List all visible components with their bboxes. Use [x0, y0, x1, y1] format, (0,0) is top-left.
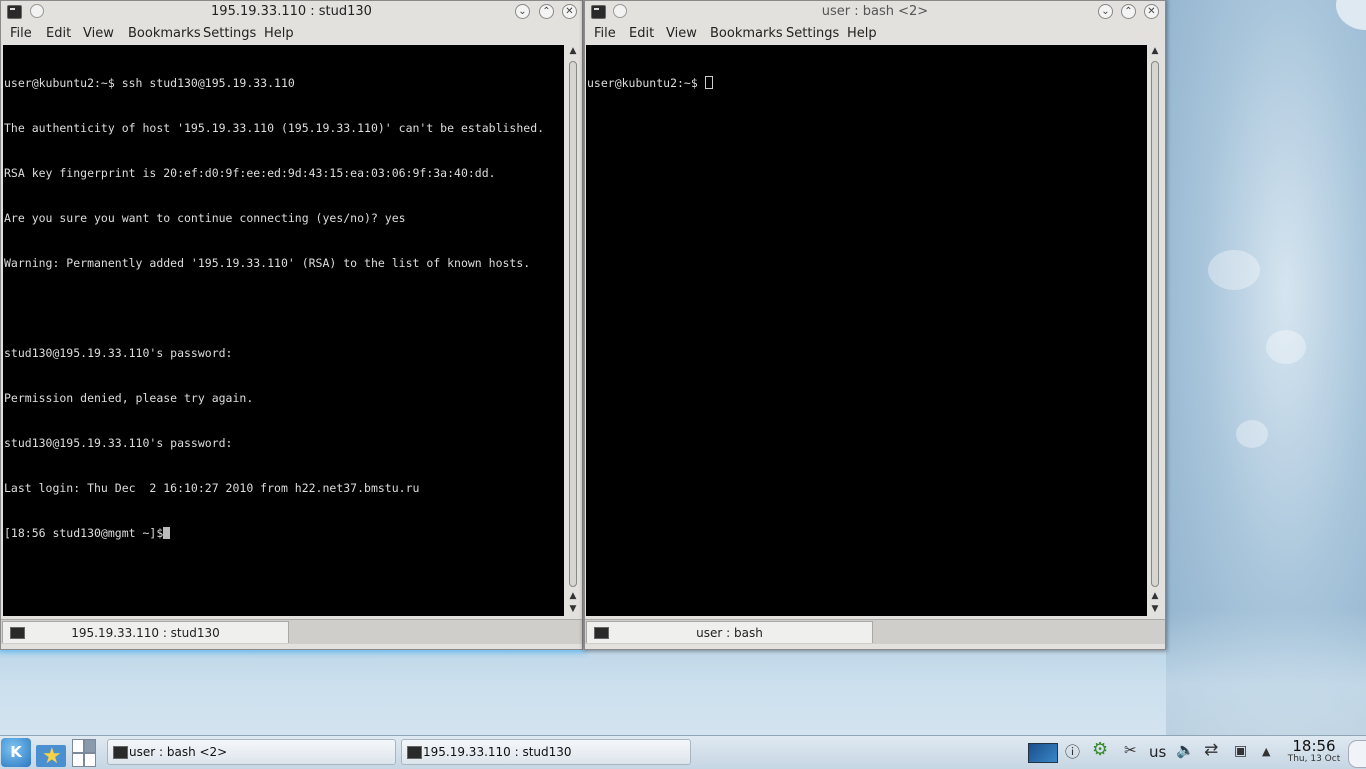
close-icon[interactable]: ✕ [562, 4, 577, 19]
tab-label: 195.19.33.110 : stud130 [71, 626, 220, 640]
menu-settings[interactable]: Settings [203, 26, 256, 41]
minimize-icon[interactable]: ⌄ [1098, 4, 1113, 19]
terminal-line: stud130@195.19.33.110's password: [4, 436, 233, 450]
usb-icon[interactable]: ▣ [1234, 743, 1247, 759]
show-desktop-icon[interactable] [1028, 743, 1058, 763]
pager-desktop[interactable] [84, 753, 96, 767]
konsole-window-ssh[interactable]: 195.19.33.110 : stud130 ⌄ ⌃ ✕ File Edit … [0, 0, 583, 650]
close-icon[interactable]: ✕ [1144, 4, 1159, 19]
menu-help[interactable]: Help [264, 26, 294, 41]
terminal-prompt-line: [18:56 stud130@mgmt ~]$ [4, 526, 563, 541]
menu-edit[interactable]: Edit [629, 26, 654, 41]
clipboard-icon[interactable]: ✂ [1124, 741, 1137, 759]
konsole-window-bash[interactable]: user : bash <2> ⌄ ⌃ ✕ File Edit View Boo… [584, 0, 1166, 650]
scrollbar-thumb[interactable] [569, 61, 577, 587]
desktop-pager[interactable] [72, 739, 96, 767]
titlebar[interactable]: user : bash <2> ⌄ ⌃ ✕ [585, 1, 1165, 23]
scroll-up-icon[interactable]: ▲ [566, 590, 580, 602]
clock-time: 18:56 [1292, 737, 1336, 755]
kde-menu-button[interactable]: K [1, 738, 31, 767]
wallpaper-bubble [1266, 330, 1306, 364]
tab-session[interactable]: user : bash [586, 621, 873, 643]
pager-desktop[interactable] [72, 753, 84, 767]
scroll-up-icon[interactable]: ▲ [1148, 590, 1162, 602]
favorites-launcher[interactable]: ★ [36, 740, 68, 769]
text-cursor [704, 76, 713, 89]
terminal-line: Warning: Permanently added '195.19.33.11… [4, 256, 531, 270]
favorites-star-icon: ★ [42, 744, 62, 769]
scroll-down-icon[interactable]: ▼ [566, 603, 580, 615]
scrollbar-thumb[interactable] [1151, 61, 1159, 587]
network-icon[interactable]: ⇄ [1204, 740, 1218, 760]
terminal-line: stud130@195.19.33.110's password: [4, 346, 233, 360]
tab-bar: 195.19.33.110 : stud130 [1, 619, 582, 644]
notifications-icon[interactable]: ⓘ [1065, 741, 1080, 762]
window-title: 195.19.33.110 : stud130 [211, 4, 372, 19]
maximize-icon[interactable]: ⌃ [1121, 4, 1136, 19]
menu-file[interactable]: File [10, 26, 32, 41]
terminal-line: Are you sure you want to continue connec… [4, 211, 406, 225]
wallpaper-bubble [1336, 0, 1366, 30]
terminal-icon [407, 746, 422, 759]
terminal-output[interactable]: user@kubuntu2:~$ ssh stud130@195.19.33.1… [3, 45, 564, 616]
scrollbar[interactable]: ▲ ▲ ▼ [566, 45, 580, 616]
terminal-line: RSA key fingerprint is 20:ef:d0:9f:ee:ed… [4, 166, 496, 180]
keyboard-layout[interactable]: us [1149, 743, 1166, 761]
wallpaper-bubble [1236, 420, 1268, 448]
menu-help[interactable]: Help [847, 26, 877, 41]
terminal-prompt-line: user@kubuntu2:~$ [587, 76, 1146, 91]
menu-view[interactable]: View [83, 26, 114, 41]
clock-date: Thu, 13 Oct [1287, 754, 1341, 764]
terminal-output[interactable]: user@kubuntu2:~$ [586, 45, 1147, 616]
minimize-icon[interactable]: ⌄ [515, 4, 530, 19]
scroll-up-icon[interactable]: ▲ [1148, 45, 1162, 57]
menu-view[interactable]: View [666, 26, 697, 41]
terminal-line: Permission denied, please try again. [4, 391, 254, 405]
menubar: File Edit View Bookmarks Settings Help [1, 24, 582, 44]
volume-icon[interactable]: 🔈 [1176, 741, 1195, 759]
terminal-line: user@kubuntu2:~$ ssh stud130@195.19.33.1… [4, 76, 295, 90]
tab-session[interactable]: 195.19.33.110 : stud130 [2, 621, 289, 643]
pager-desktop[interactable] [84, 739, 96, 753]
panel-toolbox-button[interactable] [1348, 740, 1366, 768]
task-label: user : bash <2> [129, 745, 228, 759]
clock[interactable]: 18:56 Thu, 13 Oct [1284, 737, 1344, 764]
terminal-line: The authenticity of host '195.19.33.110 … [4, 121, 545, 135]
menu-edit[interactable]: Edit [46, 26, 71, 41]
wallpaper-bubble [1208, 250, 1260, 290]
task-label: 195.19.33.110 : stud130 [423, 745, 572, 759]
menu-settings[interactable]: Settings [786, 26, 839, 41]
terminal-icon [113, 746, 128, 759]
titlebar[interactable]: 195.19.33.110 : stud130 ⌄ ⌃ ✕ [1, 1, 582, 23]
tab-label: user : bash [696, 626, 763, 640]
task-bash[interactable]: user : bash <2> [107, 739, 396, 765]
menu-bookmarks[interactable]: Bookmarks [710, 26, 783, 41]
menu-bookmarks[interactable]: Bookmarks [128, 26, 201, 41]
terminal-prompt: [18:56 stud130@mgmt ~]$ [4, 526, 164, 540]
menu-file[interactable]: File [594, 26, 616, 41]
scrollbar[interactable]: ▲ ▲ ▼ [1148, 45, 1162, 616]
text-cursor [163, 527, 171, 539]
terminal-line: Last login: Thu Dec 2 16:10:27 2010 from… [4, 481, 420, 495]
scroll-down-icon[interactable]: ▼ [1148, 603, 1162, 615]
tab-bar: user : bash [585, 619, 1165, 644]
pager-desktop[interactable] [72, 739, 84, 753]
menubar: File Edit View Bookmarks Settings Help [585, 24, 1165, 44]
maximize-icon[interactable]: ⌃ [539, 4, 554, 19]
task-ssh[interactable]: 195.19.33.110 : stud130 [401, 739, 691, 765]
updates-icon[interactable]: ⚙ [1092, 739, 1108, 760]
taskbar: K ★ user : bash <2> 195.19.33.110 : stud… [0, 735, 1366, 769]
expand-tray-icon[interactable]: ▲ [1262, 745, 1270, 758]
terminal-prompt: user@kubuntu2:~$ [587, 76, 705, 90]
window-title: user : bash <2> [821, 4, 929, 19]
scroll-up-icon[interactable]: ▲ [566, 45, 580, 57]
